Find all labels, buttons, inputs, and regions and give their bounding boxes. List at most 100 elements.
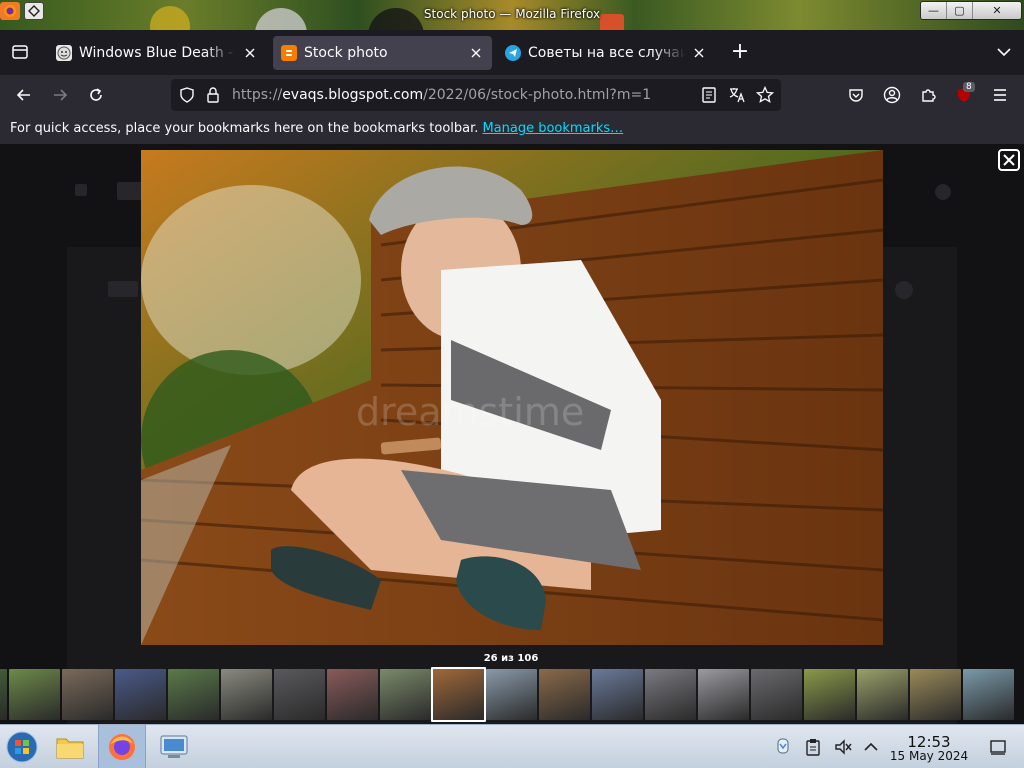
thumbnail[interactable] xyxy=(221,669,272,720)
taskbar: 12:53 15 May 2024 xyxy=(0,724,1024,768)
face-favicon-icon xyxy=(56,45,72,61)
chevron-up-icon xyxy=(864,742,878,751)
tray-clipboard[interactable] xyxy=(800,725,826,768)
thumbnail[interactable] xyxy=(62,669,113,720)
tray-network[interactable] xyxy=(770,725,796,768)
tray-expand[interactable] xyxy=(858,725,884,768)
manage-bookmarks-link[interactable]: Manage bookmarks… xyxy=(482,121,623,136)
show-desktop-button[interactable] xyxy=(984,725,1012,768)
maximize-icon: ▢ xyxy=(954,4,965,17)
blog-back-arrow xyxy=(75,184,87,196)
network-icon xyxy=(777,738,789,754)
minimize-icon: — xyxy=(928,4,939,17)
url-bar[interactable]: https://evaqs.blogspot.com/2022/06/stock… xyxy=(171,79,781,111)
tab-stock-photo[interactable]: Stock photo xyxy=(273,36,492,70)
share-icon xyxy=(895,281,913,299)
forward-button[interactable] xyxy=(44,79,76,111)
account-button[interactable] xyxy=(876,79,908,111)
thumbnail[interactable] xyxy=(168,669,219,720)
thumbnail-selected[interactable] xyxy=(431,667,486,722)
tab-close-icon[interactable] xyxy=(242,45,258,61)
page-content: dreamstime 26 из 106 xyxy=(0,144,1024,724)
thumbnail[interactable] xyxy=(539,669,590,720)
thumbnail-strip xyxy=(0,666,1024,724)
clipboard-icon xyxy=(806,739,820,756)
tab-strip: Windows Blue Death - Te Stock photo Сове… xyxy=(0,30,1024,75)
tab-windows-blue-death[interactable]: Windows Blue Death - Te xyxy=(48,36,266,70)
blog-post-title xyxy=(108,281,138,297)
list-all-tabs-button[interactable] xyxy=(988,36,1020,68)
tab-label: Stock photo xyxy=(304,45,388,61)
close-button[interactable]: ✕ xyxy=(973,2,1021,19)
taskbar-system-app[interactable] xyxy=(152,725,196,768)
folder-icon xyxy=(56,738,84,759)
thumbnail[interactable] xyxy=(274,669,325,720)
blog-search-icon xyxy=(935,184,951,200)
thumbnail[interactable] xyxy=(486,669,537,720)
lightbox-image[interactable]: dreamstime xyxy=(141,150,883,645)
thumbnail[interactable] xyxy=(857,669,908,720)
telegram-favicon-icon xyxy=(505,45,521,61)
url-text[interactable]: https://evaqs.blogspot.com/2022/06/stock… xyxy=(232,87,651,103)
thumbnail[interactable] xyxy=(751,669,802,720)
extensions-button[interactable] xyxy=(912,79,944,111)
window-title-bar[interactable]: Stock photo — Mozilla Firefox — ▢ ✕ xyxy=(0,0,1024,30)
ublock-extension-button[interactable]: 8 xyxy=(948,79,980,111)
shield-icon[interactable] xyxy=(179,87,195,107)
url-path: /2022/06/stock-photo.html?m=1 xyxy=(423,87,652,103)
volume-muted-icon xyxy=(835,739,852,755)
minimize-button[interactable]: — xyxy=(921,2,947,19)
reader-view-icon[interactable] xyxy=(701,87,717,107)
firefox-icon xyxy=(109,734,135,760)
blogger-favicon-icon xyxy=(281,45,297,61)
clock-date[interactable]: 15 May 2024 xyxy=(884,749,974,763)
thumbnail[interactable] xyxy=(380,669,431,720)
pocket-button[interactable] xyxy=(840,79,872,111)
thumbnail[interactable] xyxy=(963,669,1014,720)
tab-label: Windows Blue Death - Te xyxy=(79,45,236,61)
tab-close-icon[interactable] xyxy=(468,45,484,61)
thumbnail[interactable] xyxy=(698,669,749,720)
windows-start-icon xyxy=(6,731,38,763)
extension-badge: 8 xyxy=(963,82,975,92)
blog-header-text xyxy=(117,182,143,200)
close-icon xyxy=(1003,154,1015,166)
account-icon xyxy=(883,86,901,104)
url-host: evaqs.blogspot.com xyxy=(282,87,424,103)
photo-flowers xyxy=(141,185,361,375)
computer-icon xyxy=(160,735,188,758)
photo-watermark: dreamstime xyxy=(356,390,584,434)
bookmark-star-icon[interactable] xyxy=(755,85,775,108)
translate-icon[interactable] xyxy=(728,86,746,108)
tab-telegram[interactable]: Советы на все случаи ж xyxy=(497,36,715,70)
lightbox-close-button[interactable] xyxy=(998,149,1020,171)
thumbnail[interactable] xyxy=(327,669,378,720)
reload-button[interactable] xyxy=(80,79,112,111)
desktop-icon xyxy=(990,740,1006,755)
thumbnail[interactable] xyxy=(910,669,961,720)
arrow-right-icon xyxy=(54,89,68,101)
thumbnail[interactable] xyxy=(804,669,855,720)
thumbnail[interactable] xyxy=(592,669,643,720)
new-tab-button[interactable]: + xyxy=(724,36,756,68)
tray-volume[interactable] xyxy=(830,725,856,768)
lock-icon[interactable] xyxy=(206,87,220,107)
thumbnail[interactable] xyxy=(9,669,60,720)
tab-close-icon[interactable] xyxy=(691,45,707,61)
taskbar-firefox[interactable] xyxy=(98,725,146,768)
window-controls: — ▢ ✕ xyxy=(920,1,1022,20)
hamburger-menu-icon xyxy=(994,89,1006,101)
chevron-down-icon xyxy=(997,48,1011,57)
plus-icon: + xyxy=(730,39,750,64)
firefox-view-button[interactable] xyxy=(4,36,36,68)
maximize-button[interactable]: ▢ xyxy=(947,2,973,19)
app-menu-button[interactable] xyxy=(984,79,1016,111)
back-button[interactable] xyxy=(8,79,40,111)
navigation-toolbar: https://evaqs.blogspot.com/2022/06/stock… xyxy=(0,75,1024,115)
taskbar-file-manager[interactable] xyxy=(48,725,92,768)
thumbnail[interactable] xyxy=(0,669,7,720)
start-button[interactable] xyxy=(0,725,44,768)
bookmarks-hint: For quick access, place your bookmarks h… xyxy=(10,121,479,136)
thumbnail[interactable] xyxy=(645,669,696,720)
thumbnail[interactable] xyxy=(115,669,166,720)
